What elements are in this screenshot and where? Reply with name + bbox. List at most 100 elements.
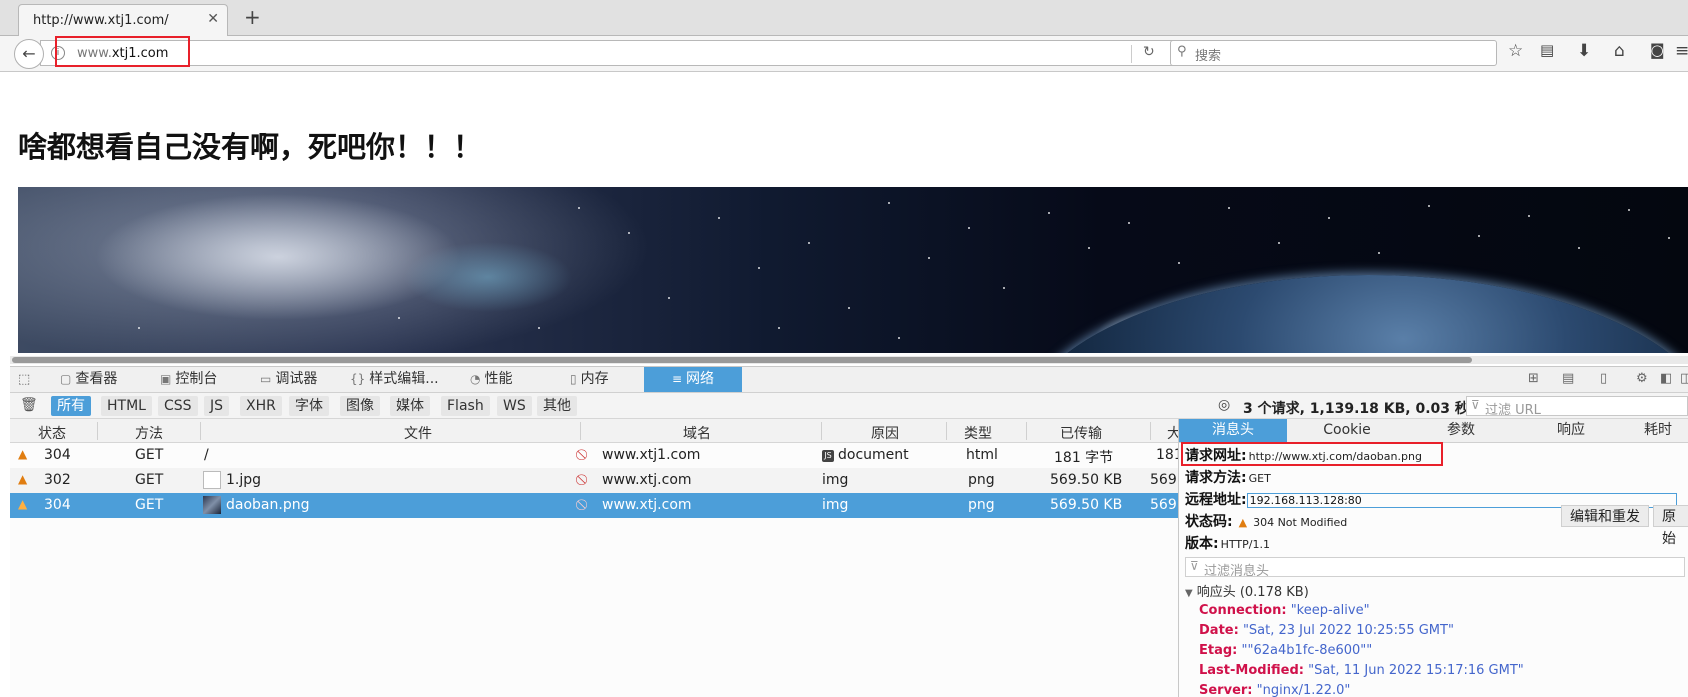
close-tab-icon[interactable]: ✕ [207, 11, 219, 27]
tab-performance[interactable]: ◔ 性能 [470, 367, 560, 392]
url-highlight-box [55, 36, 190, 67]
filter-html[interactable]: HTML [101, 396, 152, 416]
memory-icon: ▯ [570, 372, 577, 386]
network-icon: ≡ [671, 372, 683, 386]
navigation-bar: i www.xtj1.com ↻ ← ⚲ 搜索 ☆ ▤ ⬇ ⌂ ◙ ≡ [0, 36, 1688, 72]
style-editor-icon: {} [350, 372, 366, 386]
warning-icon: ▲ [1238, 516, 1248, 529]
back-button[interactable]: ← [14, 39, 44, 69]
filter-media[interactable]: 媒体 [390, 396, 430, 416]
performance-analysis-icon[interactable]: ◎ [1218, 397, 1230, 413]
browser-tab[interactable]: http://www.xtj1.com/ ✕ [18, 4, 228, 36]
reload-icon[interactable]: ↻ [1143, 44, 1155, 60]
new-tab-button[interactable]: + [244, 6, 261, 28]
scrollbar-thumb[interactable] [12, 357, 1472, 363]
header-line: Date: "Sat, 23 Jul 2022 10:25:55 GMT" [1199, 623, 1454, 638]
col-cause[interactable]: 原因 [871, 423, 899, 443]
download-icon[interactable]: ⬇ [1577, 41, 1591, 61]
tab-strip: http://www.xtj1.com/ ✕ + [0, 0, 1688, 36]
responsive-mode-icon[interactable]: ▯ [1600, 371, 1607, 386]
console-icon: ▣ [160, 372, 172, 386]
file-thumbnail [203, 471, 221, 489]
filter-funnel-icon: ⊽ [1471, 398, 1480, 412]
url-divider [1131, 45, 1132, 63]
col-type[interactable]: 类型 [964, 423, 992, 443]
header-line: Connection: "keep-alive" [1199, 603, 1370, 618]
clear-trash-icon[interactable]: 🗑 [20, 397, 38, 413]
filter-all[interactable]: 所有 [51, 396, 91, 416]
tab-cookies[interactable]: Cookie [1287, 419, 1407, 442]
filter-funnel-icon: ⊽ [1190, 559, 1199, 573]
filter-fonts[interactable]: 字体 [289, 396, 329, 416]
col-method[interactable]: 方法 [135, 423, 163, 443]
request-table-header: 状态 方法 文件 域名 原因 类型 已传输 大 [10, 419, 1181, 443]
request-summary: 3 个请求, 1,139.18 KB, 0.03 秒 [1243, 401, 1469, 417]
tab-style-editor[interactable]: {} 样式编辑... [350, 367, 460, 392]
status-code-row: 状态码: ▲ 304 Not Modified [1185, 514, 1348, 530]
tab-network[interactable]: ≡ 网络 [644, 367, 742, 392]
search-bar[interactable]: ⚲ 搜索 [1170, 40, 1497, 66]
header-filter-input[interactable]: ⊽ 过滤消息头 [1185, 557, 1685, 579]
table-row-selected[interactable]: ▲ 304 GET daoban.png ⃠ www.xtj.com img p… [10, 493, 1178, 518]
home-icon[interactable]: ⌂ [1614, 41, 1625, 61]
col-domain[interactable]: 域名 [683, 423, 711, 443]
warning-icon: ▲ [18, 447, 28, 461]
filter-js[interactable]: JS [204, 396, 230, 416]
dock-side-icon[interactable]: ◧ [1660, 371, 1672, 386]
warning-icon: ▲ [18, 497, 28, 511]
col-status[interactable]: 状态 [38, 423, 66, 443]
tab-inspector[interactable]: ▢ 查看器 [60, 367, 150, 392]
element-picker-icon[interactable]: ⬚ [18, 372, 30, 387]
response-headers-toggle[interactable]: ▼ 响应头 (0.178 KB) [1185, 581, 1309, 600]
tab-console[interactable]: ▣ 控制台 [160, 367, 250, 392]
col-file[interactable]: 文件 [404, 423, 432, 443]
table-row[interactable]: ▲ 302 GET 1.jpg ⃠ www.xtj.com img png 56… [10, 468, 1178, 493]
filter-images[interactable]: 图像 [340, 396, 380, 416]
filter-ws[interactable]: WS [497, 396, 532, 416]
inspector-icon: ▢ [60, 372, 72, 386]
details-tabs: 消息头 Cookie 参数 响应 耗时 [1179, 419, 1688, 443]
network-filter-bar: 🗑 所有 HTML CSS JS XHR 字体 图像 媒体 Flash WS 其… [10, 393, 1688, 419]
header-line: Last-Modified: "Sat, 11 Jun 2022 15:17:1… [1199, 663, 1524, 678]
version-row: 版本: HTTP/1.1 [1185, 536, 1270, 552]
search-placeholder: 搜索 [1195, 49, 1222, 64]
page-heading: 啥都想看自己没有啊，死吧你！！！ [18, 130, 483, 164]
tab-timings[interactable]: 耗时 [1627, 419, 1688, 442]
tab-debugger[interactable]: ▭ 调试器 [260, 367, 350, 392]
bookmark-star-icon[interactable]: ☆ [1508, 41, 1523, 61]
filter-flash[interactable]: Flash [441, 396, 490, 416]
menu-icon[interactable]: ≡ [1675, 41, 1688, 61]
separate-window-icon[interactable]: ◫ [1680, 371, 1688, 386]
col-transferred[interactable]: 已传输 [1060, 423, 1102, 443]
search-icon: ⚲ [1177, 44, 1187, 59]
back-arrow-icon: ← [22, 44, 36, 63]
header-line: Etag: ""62a4b1fc-8e600"" [1199, 643, 1373, 658]
performance-icon: ◔ [470, 372, 481, 386]
request-method-row: 请求方法: GET [1185, 470, 1271, 486]
expand-triangle-icon: ▼ [1185, 588, 1193, 599]
filter-other[interactable]: 其他 [537, 396, 577, 416]
edit-resend-button[interactable]: 编辑和重发 [1561, 505, 1649, 527]
js-icon: JS [822, 450, 834, 462]
tab-response[interactable]: 响应 [1515, 419, 1627, 442]
pocket-icon[interactable]: ◙ [1650, 41, 1665, 59]
raw-headers-button[interactable]: 原始 [1653, 505, 1688, 547]
filter-css[interactable]: CSS [158, 396, 198, 416]
warning-icon: ▲ [18, 472, 28, 486]
frame-select-icon[interactable]: ▤ [1562, 371, 1574, 386]
request-url-highlight-box [1181, 442, 1443, 466]
debugger-icon: ▭ [260, 372, 272, 386]
table-row[interactable]: ▲ 304 GET / ⃠ www.xtj1.com JSdocument ht… [10, 443, 1183, 468]
address-bar[interactable]: i www.xtj1.com ↻ [40, 40, 1180, 66]
space-banner-image [18, 187, 1688, 353]
settings-gear-icon[interactable]: ⚙ [1636, 371, 1648, 386]
split-console-icon[interactable]: ⊞ [1528, 371, 1539, 386]
tab-headers[interactable]: 消息头 [1179, 419, 1287, 442]
reading-list-icon[interactable]: ▤ [1540, 41, 1554, 59]
url-filter-input[interactable]: ⊽ 过滤 URL [1466, 396, 1688, 418]
tab-title: http://www.xtj1.com/ [33, 13, 169, 28]
filter-xhr[interactable]: XHR [240, 396, 282, 416]
header-line: Server: "nginx/1.22.0" [1199, 683, 1351, 697]
tab-params[interactable]: 参数 [1407, 419, 1515, 442]
file-thumbnail [203, 496, 221, 514]
